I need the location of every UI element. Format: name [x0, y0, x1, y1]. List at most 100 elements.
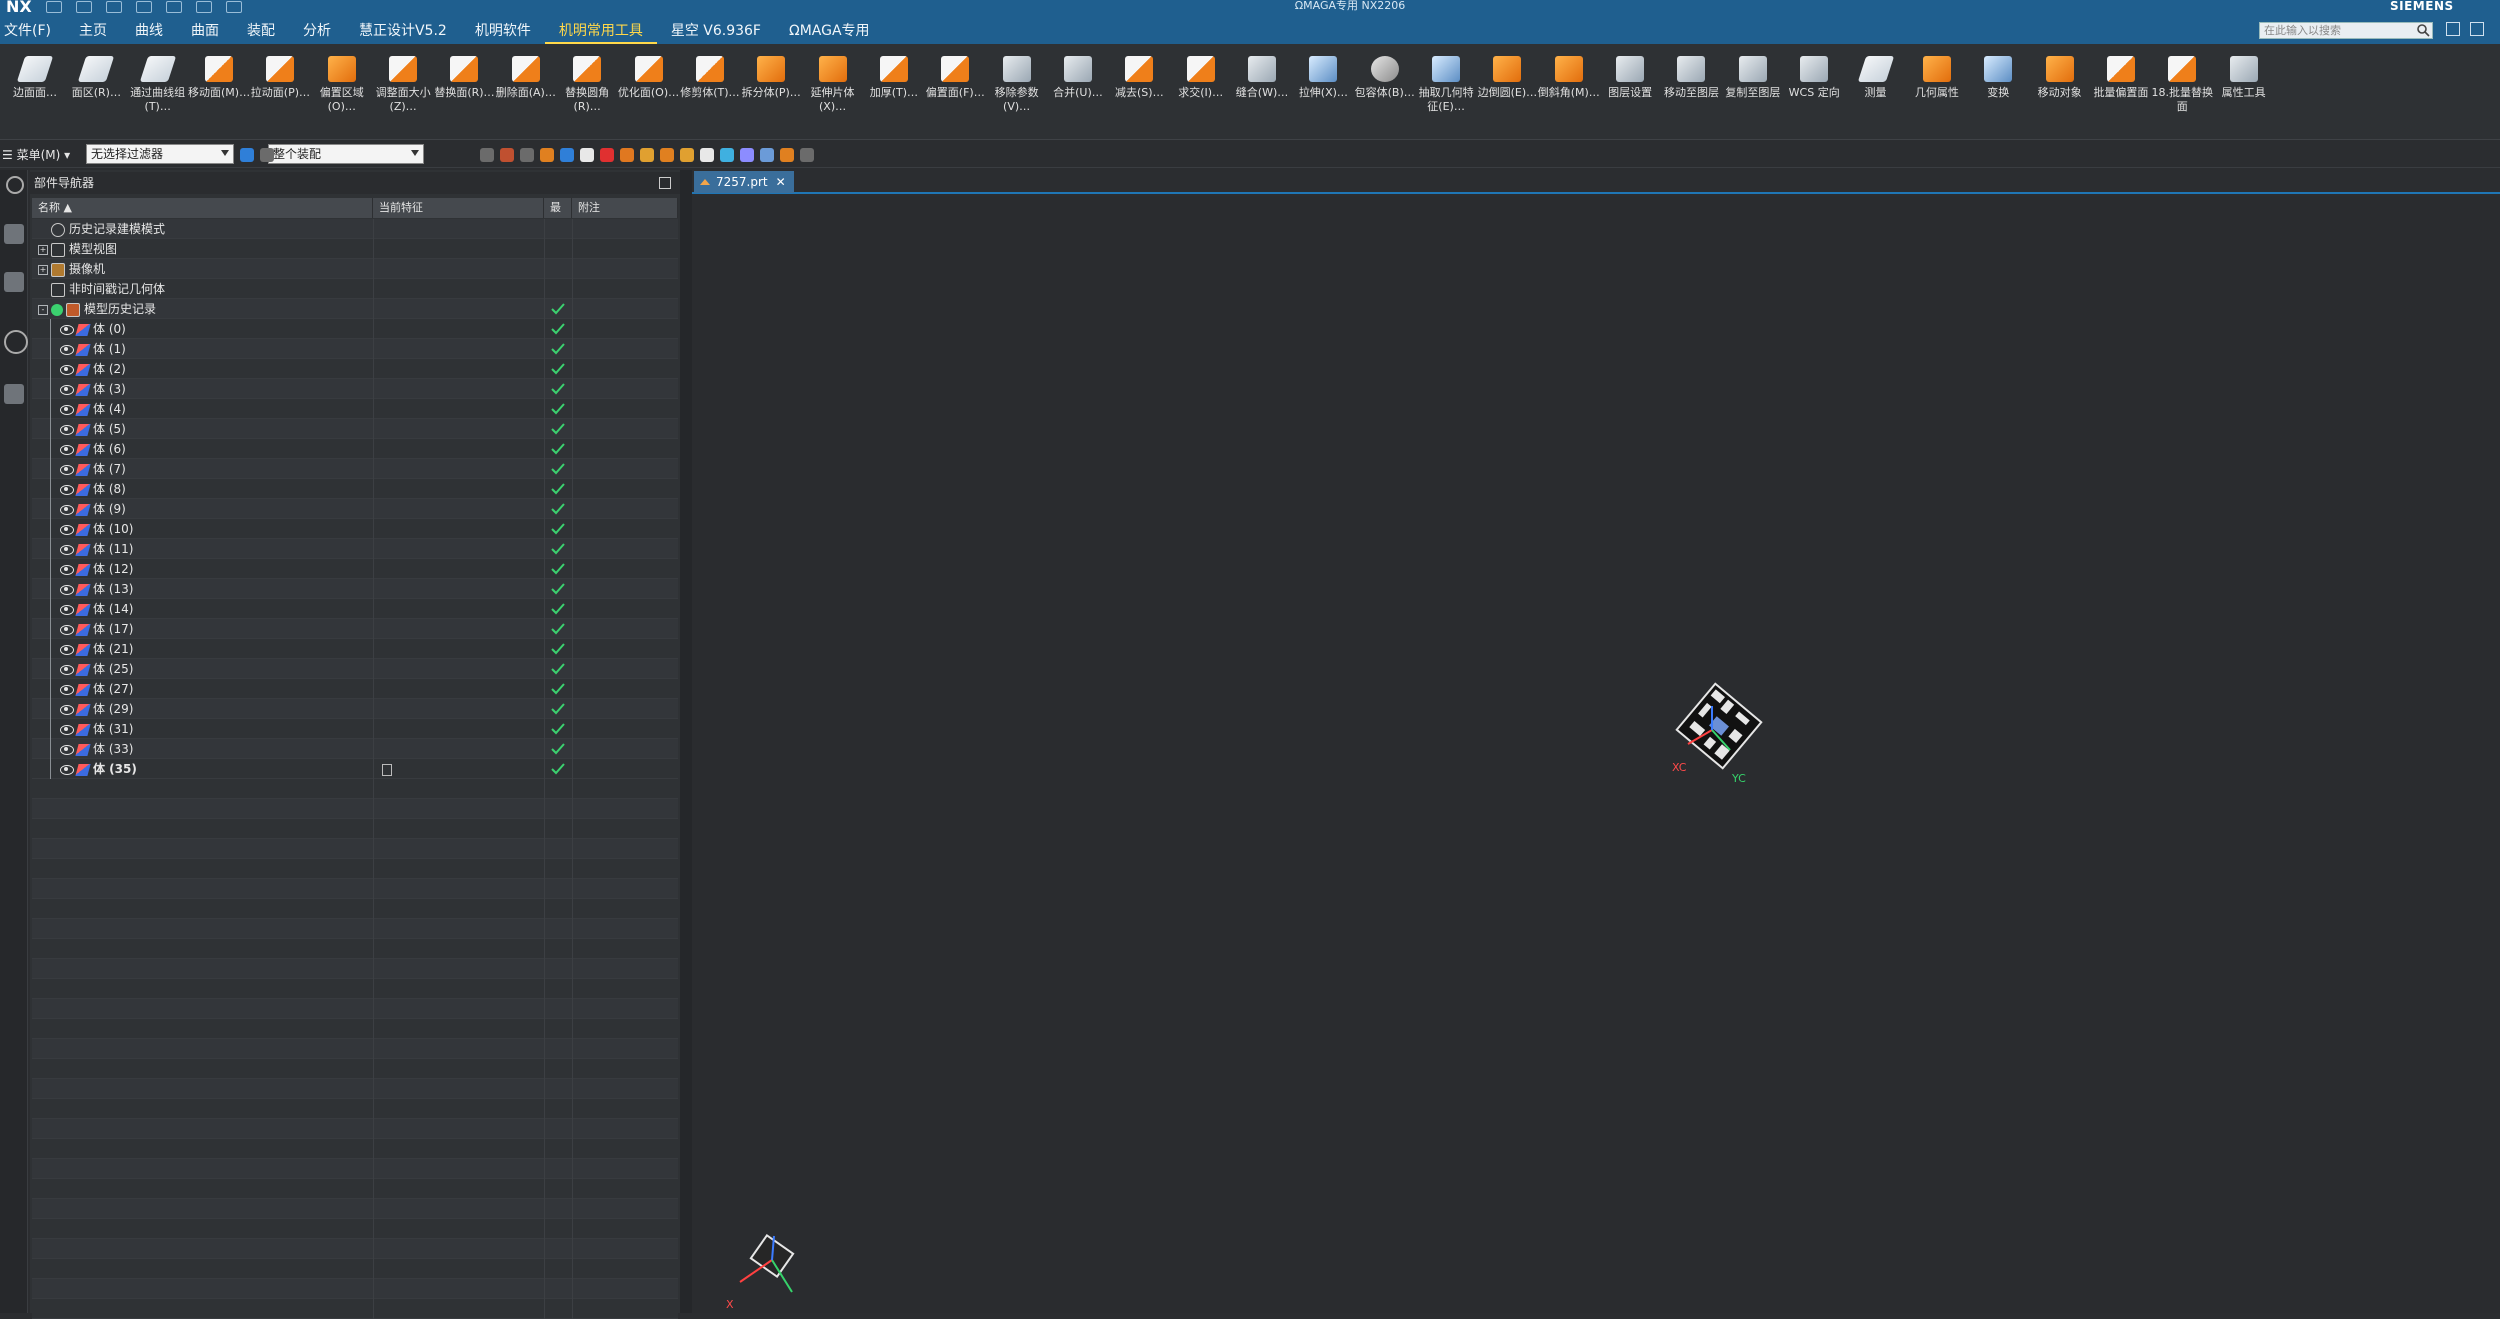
tree-row[interactable]: 体 (8): [32, 479, 678, 499]
visibility-eye-icon[interactable]: [60, 504, 74, 515]
tree-row[interactable]: + 摄像机: [32, 259, 678, 279]
view-triad[interactable]: [720, 1214, 820, 1310]
visibility-eye-icon[interactable]: [60, 684, 74, 695]
visibility-eye-icon[interactable]: [60, 324, 74, 335]
panel-splitter[interactable]: [680, 170, 692, 1313]
tree-row[interactable]: 体 (4): [32, 399, 678, 419]
ribbon-tool-22[interactable]: 包容体(B)…: [1352, 50, 1418, 138]
tree-row[interactable]: 体 (31): [32, 719, 678, 739]
menu-tab-3[interactable]: 曲面: [177, 18, 233, 44]
selection-tool-icon[interactable]: [720, 148, 734, 162]
reuse-library-icon[interactable]: [4, 384, 24, 404]
visibility-eye-icon[interactable]: [60, 404, 74, 415]
visibility-eye-icon[interactable]: [60, 384, 74, 395]
tree-row[interactable]: 体 (12): [32, 559, 678, 579]
maximize-icon[interactable]: [659, 177, 671, 189]
ribbon-tool-20[interactable]: 缝合(W)…: [1229, 50, 1295, 138]
menu-tab-1[interactable]: 主页: [65, 18, 121, 44]
expand-icon[interactable]: +: [38, 244, 48, 255]
ribbon-tool-17[interactable]: 合并(U)…: [1045, 50, 1111, 138]
tree-row[interactable]: 体 (0): [32, 319, 678, 339]
visibility-eye-icon[interactable]: [60, 544, 74, 555]
search-icon[interactable]: [2416, 23, 2430, 37]
collapse-icon[interactable]: -: [38, 304, 48, 315]
visibility-eye-icon[interactable]: [60, 744, 74, 755]
ribbon-tool-12[interactable]: 拆分体(P)…: [738, 50, 804, 138]
selection-tool-icon[interactable]: [480, 148, 494, 162]
tree-row[interactable]: 体 (11): [32, 539, 678, 559]
ribbon-tool-32[interactable]: 变换: [1965, 50, 2031, 138]
ribbon-tool-29[interactable]: WCS 定向: [1781, 50, 1847, 138]
ribbon-tool-23[interactable]: 抽取几何特征(E)…: [1413, 50, 1479, 138]
ribbon-tool-15[interactable]: 偏置面(F)…: [922, 50, 988, 138]
part-navigator-icon[interactable]: [4, 224, 24, 244]
visibility-eye-icon[interactable]: [60, 424, 74, 435]
selection-tool-icon[interactable]: [780, 148, 794, 162]
selection-tool-icon[interactable]: [260, 148, 274, 162]
tree-row[interactable]: 体 (29): [32, 699, 678, 719]
ribbon-tool-24[interactable]: 边倒圆(E)…: [1474, 50, 1540, 138]
ribbon-tool-16[interactable]: 移除参数(V)…: [984, 50, 1050, 138]
tree-row[interactable]: 体 (35): [32, 759, 678, 779]
column-header-notes[interactable]: 附注: [572, 198, 678, 218]
visibility-eye-icon[interactable]: [60, 604, 74, 615]
tree-row[interactable]: 体 (10): [32, 519, 678, 539]
redo-icon[interactable]: [105, 1, 122, 13]
ribbon-tool-35[interactable]: 18.批量替换面: [2149, 50, 2215, 138]
ribbon-tool-27[interactable]: 移动至图层: [1658, 50, 1724, 138]
ribbon-tool-26[interactable]: 图层设置: [1597, 50, 1663, 138]
selection-tool-icon[interactable]: [700, 148, 714, 162]
ribbon-tool-30[interactable]: 测量: [1843, 50, 1909, 138]
expand-icon[interactable]: +: [38, 264, 48, 275]
ribbon-tool-11[interactable]: 修剪体(T)…: [677, 50, 743, 138]
tree-row[interactable]: + 模型视图: [32, 239, 678, 259]
settings-icon[interactable]: [6, 176, 24, 194]
selection-tool-icon[interactable]: [680, 148, 694, 162]
ribbon-tool-6[interactable]: 调整面大小(Z)…: [370, 50, 436, 138]
column-header-name[interactable]: 名称 ▲: [32, 198, 373, 218]
assembly-navigator-icon[interactable]: [4, 272, 24, 292]
selection-tool-icon[interactable]: [640, 148, 654, 162]
tree-row[interactable]: 体 (5): [32, 419, 678, 439]
selection-tool-icon[interactable]: [240, 148, 254, 162]
ribbon-tool-25[interactable]: 倒斜角(M)…: [1536, 50, 1602, 138]
menu-tab-8[interactable]: 机明常用工具: [544, 18, 657, 44]
tree-row[interactable]: 非时间戳记几何体: [32, 279, 678, 299]
undo-icon[interactable]: [75, 1, 92, 13]
selection-tool-icon[interactable]: [540, 148, 554, 162]
visibility-eye-icon[interactable]: [60, 564, 74, 575]
ribbon-tool-13[interactable]: 延伸片体(X)…: [800, 50, 866, 138]
tree-row[interactable]: 体 (25): [32, 659, 678, 679]
ribbon-tool-1[interactable]: 面区(R)…: [63, 50, 129, 138]
window-icon[interactable]: [225, 1, 242, 13]
tree-row[interactable]: 体 (9): [32, 499, 678, 519]
menu-tab-5[interactable]: 分析: [289, 18, 345, 44]
column-header-current-feature[interactable]: 当前特征: [373, 198, 544, 218]
visibility-eye-icon[interactable]: [60, 764, 74, 775]
ribbon-tool-9[interactable]: 替换圆角(R)…: [554, 50, 620, 138]
ribbon-tool-3[interactable]: 移动面(M)…: [186, 50, 252, 138]
search-input[interactable]: 在此输入以搜索: [2259, 22, 2433, 39]
tree-row[interactable]: 历史记录建模模式: [32, 219, 678, 239]
column-header-latest[interactable]: 最: [544, 198, 572, 218]
ribbon-tool-5[interactable]: 偏置区域(O)…: [309, 50, 375, 138]
touch-mode-icon[interactable]: [195, 1, 212, 13]
type-filter-dropdown[interactable]: 无选择过滤器: [86, 144, 234, 164]
restore-icon[interactable]: [2470, 22, 2484, 36]
menu-tab-6[interactable]: 慧正设计V5.2: [345, 18, 461, 44]
save-icon[interactable]: [45, 1, 62, 13]
history-icon[interactable]: [4, 330, 28, 354]
visibility-eye-icon[interactable]: [60, 344, 74, 355]
menu-tab-7[interactable]: 机明软件: [461, 18, 545, 44]
menu-tab-9[interactable]: 星空 V6.936F: [657, 18, 775, 44]
ribbon-tool-4[interactable]: 拉动面(P)…: [247, 50, 313, 138]
selection-tool-icon[interactable]: [600, 148, 614, 162]
visibility-eye-icon[interactable]: [60, 364, 74, 375]
ribbon-tool-0[interactable]: 边面面…: [2, 50, 68, 138]
selection-tool-icon[interactable]: [500, 148, 514, 162]
ribbon-tool-2[interactable]: 通过曲线组(T)…: [125, 50, 191, 138]
selection-tool-icon[interactable]: [520, 148, 534, 162]
visibility-eye-icon[interactable]: [60, 724, 74, 735]
ribbon-tool-36[interactable]: 属性工具: [2211, 50, 2277, 138]
visibility-eye-icon[interactable]: [60, 644, 74, 655]
